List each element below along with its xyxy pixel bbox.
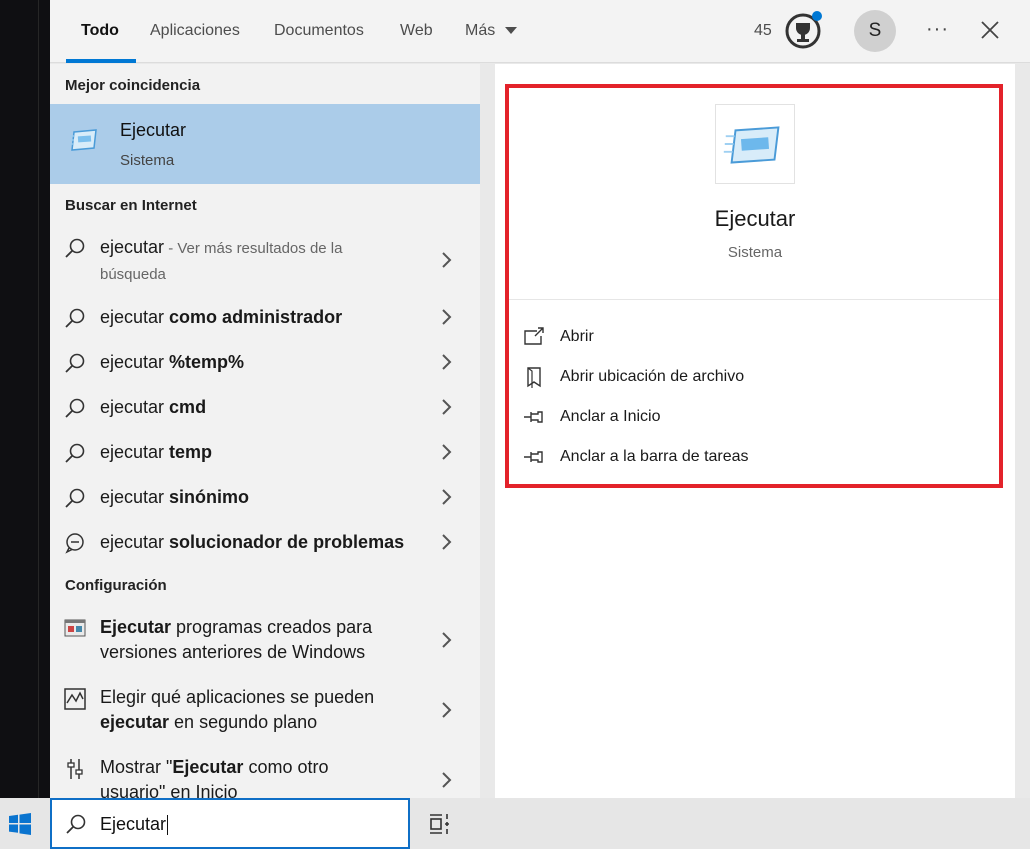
- web-query-suffix: sinónimo: [169, 487, 250, 507]
- chevron-right-icon: [442, 534, 452, 550]
- settings-text-pre: Mostrar ": [100, 757, 173, 777]
- detail-panel: Ejecutar Sistema Abrir Abrir ubicación d…: [495, 64, 1015, 798]
- search-icon: [65, 443, 85, 463]
- chevron-right-icon: [442, 309, 452, 325]
- settings-text-2: usuario" en Inicio: [100, 782, 238, 798]
- web-query: ejecutar: [100, 532, 170, 552]
- web-query-suffix: temp: [169, 442, 213, 462]
- settings-text: programas creados para: [171, 617, 373, 637]
- web-query: ejecutar: [100, 352, 170, 372]
- more-options-button[interactable]: ···: [926, 18, 949, 41]
- best-match-type: Sistema: [120, 152, 175, 169]
- tab-aplicaciones[interactable]: Aplicaciones: [150, 20, 240, 42]
- web-query: ejecutar: [100, 397, 170, 417]
- settings-result-item[interactable]: Ejecutar programas creados para versiones…: [50, 615, 480, 667]
- chevron-right-icon: [442, 489, 452, 505]
- chat-icon: [65, 533, 84, 554]
- chevron-right-icon: [442, 702, 452, 718]
- chevron-right-icon: [442, 354, 452, 370]
- settings-result-item[interactable]: Elegir qué aplicaciones se pueden ejecuta…: [50, 685, 480, 737]
- run-app-icon: [70, 129, 97, 151]
- web-result-item[interactable]: ejecutar como administrador: [50, 305, 480, 335]
- web-result-item[interactable]: ejecutar %temp%: [50, 350, 480, 380]
- chevron-right-icon: [442, 772, 452, 788]
- section-settings: Configuración: [65, 577, 167, 594]
- section-best-match: Mejor coincidencia: [65, 77, 201, 94]
- tab-web[interactable]: Web: [400, 20, 433, 42]
- web-query: ejecutar: [100, 237, 165, 257]
- taskbar: Ejecutar: [0, 798, 1030, 849]
- web-result-item[interactable]: ejecutar temp: [50, 440, 480, 470]
- settings-result-item[interactable]: Mostrar "Ejecutar como otro usuario" en I…: [50, 755, 480, 798]
- settings-keyword: Ejecutar: [100, 617, 172, 637]
- web-query: ejecutar: [100, 487, 170, 507]
- text-caret: [167, 815, 169, 836]
- chevron-right-icon: [442, 444, 452, 460]
- rewards-points: 45: [754, 22, 772, 39]
- section-web-search: Buscar en Internet: [65, 197, 197, 214]
- results-panel: Mejor coincidencia Ejecutar Sistema Busc…: [50, 64, 480, 798]
- search-icon: [66, 814, 86, 834]
- search-icon: [65, 308, 85, 328]
- search-icon: [65, 238, 85, 258]
- chevron-right-icon: [442, 252, 452, 268]
- web-query: ejecutar: [100, 442, 170, 462]
- search-input-value: Ejecutar: [100, 814, 167, 834]
- settings-text: como otro: [243, 757, 329, 777]
- web-result-item[interactable]: ejecutar sinónimo: [50, 485, 480, 515]
- active-tab-indicator: [66, 59, 136, 63]
- task-view-icon[interactable]: [428, 813, 452, 835]
- web-query-suffix: solucionador de problemas: [169, 532, 405, 552]
- chevron-down-icon[interactable]: [505, 27, 517, 34]
- tab-mas[interactable]: Más: [465, 20, 495, 42]
- close-icon[interactable]: [980, 20, 1000, 40]
- settings-keyword: Ejecutar: [172, 757, 244, 777]
- search-icon: [65, 398, 85, 418]
- web-more-results: - Ver más resultados de la: [164, 240, 343, 257]
- search-scope-tabs: Todo Aplicaciones Documentos Web Más 45 …: [50, 0, 1030, 63]
- best-match-item[interactable]: Ejecutar Sistema: [50, 104, 480, 184]
- tab-todo[interactable]: Todo: [81, 20, 119, 42]
- windows-start-icon[interactable]: [8, 812, 32, 836]
- desktop-background: [0, 0, 50, 798]
- search-icon: [65, 353, 85, 373]
- trophy-icon[interactable]: [784, 11, 822, 49]
- web-result-item[interactable]: ejecutar - Ver más resultados de la búsqu…: [50, 234, 480, 289]
- settings-text-2: versiones anteriores de Windows: [100, 642, 366, 662]
- web-result-item[interactable]: ejecutar cmd: [50, 395, 480, 425]
- search-input[interactable]: Ejecutar: [50, 798, 410, 849]
- settings-sliders-icon: [67, 759, 83, 779]
- web-query: ejecutar: [100, 307, 170, 327]
- compatibility-icon: [64, 619, 86, 637]
- search-icon: [65, 488, 85, 508]
- settings-text: Elegir qué aplicaciones se pueden: [100, 687, 375, 707]
- web-result-item[interactable]: ejecutar solucionador de problemas: [50, 530, 480, 560]
- settings-keyword: ejecutar: [100, 712, 170, 732]
- chevron-right-icon: [442, 632, 452, 648]
- web-query-suffix: cmd: [169, 397, 207, 417]
- annotation-highlight-box: [505, 84, 1003, 488]
- settings-text-2: en segundo plano: [169, 712, 318, 732]
- tab-documentos[interactable]: Documentos: [274, 20, 364, 42]
- chevron-right-icon: [442, 399, 452, 415]
- activity-icon: [64, 688, 86, 710]
- web-more-results-2: búsqueda: [100, 266, 166, 283]
- web-query-suffix: como administrador: [169, 307, 343, 327]
- avatar[interactable]: S: [854, 10, 896, 52]
- web-query-suffix: %temp%: [169, 352, 245, 372]
- best-match-name: Ejecutar: [120, 120, 187, 140]
